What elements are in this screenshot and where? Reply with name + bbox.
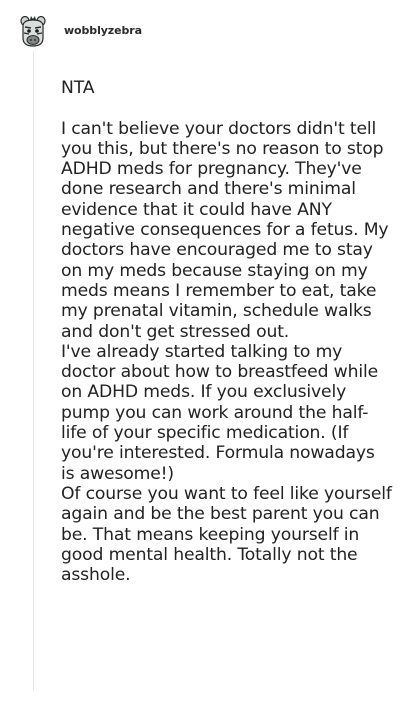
zebra-avatar-icon[interactable] <box>18 16 48 48</box>
post-paragraph: Of course you want to feel like yourself… <box>61 483 392 586</box>
thread-line <box>33 51 34 691</box>
post-body: NTA I can't believe your doctors didn't … <box>61 78 393 585</box>
post-paragraph: I can't believe your doctors didn't tell… <box>61 118 389 342</box>
username[interactable]: wobblyzebra <box>64 24 142 37</box>
post-paragraph: NTA <box>61 78 95 98</box>
post-header: wobblyzebra <box>18 14 142 50</box>
comment-post: wobblyzebra NTA I can't believe your doc… <box>0 0 400 708</box>
post-paragraph: I've already started talking to my docto… <box>61 341 379 484</box>
